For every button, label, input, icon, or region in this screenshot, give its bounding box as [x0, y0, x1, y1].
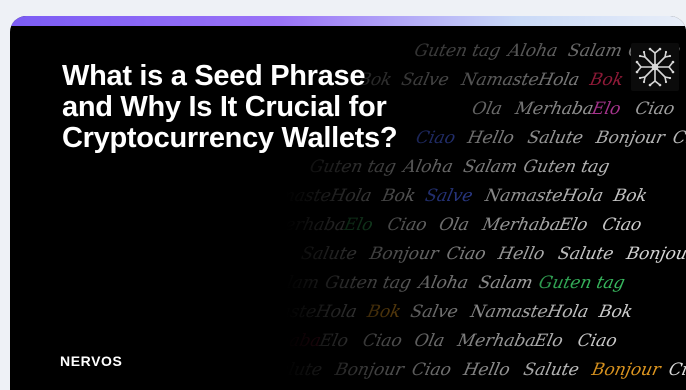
greeting-word: Salute: [556, 244, 615, 264]
greeting-word: Bonjour: [593, 128, 668, 148]
greeting-word: Bok: [365, 302, 403, 322]
greeting-word: Merhaba: [265, 215, 348, 235]
greeting-word: Bok: [587, 70, 625, 90]
greeting-word: Salve: [409, 302, 460, 322]
greeting-word: Guten tag: [522, 157, 612, 177]
greeting-word: Bonjour: [624, 244, 686, 264]
greeting-word: Ola: [413, 331, 447, 351]
greeting-word: Ciao: [576, 331, 619, 351]
greeting-word: Namaste: [251, 186, 333, 206]
card-thumbnail[interactable]: Guten tagAlohaSalamGutenBokSalveNamasteH…: [20, 26, 686, 390]
greeting-word: Salute: [522, 360, 581, 380]
greeting-word: Hola: [545, 302, 591, 322]
card-top-gradient: [10, 16, 686, 26]
greeting-word: Namaste: [468, 302, 550, 322]
greeting-word: Bok: [596, 302, 634, 322]
circuit-tree-glyph: [635, 47, 675, 87]
nervos-logo: NERVOS: [60, 353, 123, 369]
greeting-word: Aloha: [415, 273, 470, 293]
greeting-word: Elo: [341, 215, 374, 235]
greeting-word: Elo: [556, 215, 589, 235]
greeting-word: Ciao: [600, 215, 643, 235]
greeting-word: Salam: [566, 41, 624, 61]
headline-line-3: Cryptocurrency Wallets?: [62, 122, 398, 154]
greeting-word: Aloha: [400, 157, 455, 177]
greeting-word: Bonjour: [332, 360, 407, 380]
greeting-word: Aloha: [504, 41, 559, 61]
greeting-word: Ciao: [386, 215, 429, 235]
greeting-word: Hola: [535, 70, 581, 90]
greeting-word: Merhaba: [479, 215, 562, 235]
greeting-word: Salve: [423, 186, 474, 206]
greeting-word: Ciao: [633, 99, 676, 119]
greeting-word: Guten tag: [537, 273, 627, 293]
greeting-word: Salute: [265, 360, 324, 380]
greeting-word: Hello: [495, 244, 546, 264]
headline-line-1: What is a Seed Phrase: [62, 60, 366, 92]
greeting-word: Merhaba: [240, 331, 323, 351]
greeting-word: Ciao: [667, 360, 686, 380]
greeting-word: Namaste: [482, 186, 564, 206]
greeting-word: Hola: [328, 186, 374, 206]
greeting-word: Guten tag: [413, 41, 503, 61]
greeting-word: Merhaba: [512, 99, 595, 119]
greeting-word: Bok: [611, 186, 649, 206]
greeting-word: Bonjour: [367, 244, 442, 264]
greeting-word: Bok: [379, 186, 417, 206]
greeting-word: Namaste: [236, 302, 318, 322]
greeting-word: Salam: [477, 273, 535, 293]
greeting-word: Elo: [589, 99, 622, 119]
greeting-word: Bonjour: [589, 360, 664, 380]
greeting-word: Guten tag: [323, 273, 413, 293]
greeting-word: Ciao: [445, 244, 488, 264]
greeting-word: Ciao: [671, 128, 686, 148]
greeting-word: Merhaba: [455, 331, 538, 351]
greeting-word: Ola: [437, 215, 471, 235]
article-card[interactable]: Guten tagAlohaSalamGutenBokSalveNamasteH…: [10, 16, 686, 390]
greeting-word: Salam: [462, 157, 520, 177]
greeting-word: Hello: [461, 360, 512, 380]
greeting-word: Hola: [559, 186, 605, 206]
greeting-word: Ciao: [410, 360, 453, 380]
greeting-word: Salam: [263, 273, 321, 293]
headline-line-2: and Why Is It Crucial for: [62, 91, 387, 123]
greeting-word: Hola: [313, 302, 359, 322]
greeting-word: Elo: [317, 331, 350, 351]
article-headline[interactable]: What is a Seed Phrase and Why Is It Cruc…: [62, 61, 482, 154]
greeting-word: Elo: [532, 331, 565, 351]
greeting-word: Salute: [526, 128, 585, 148]
greeting-word: Salute: [299, 244, 358, 264]
greeting-word: Ciao: [361, 331, 404, 351]
circuit-tree-icon: [631, 43, 679, 91]
greeting-word: Guten tag: [308, 157, 398, 177]
